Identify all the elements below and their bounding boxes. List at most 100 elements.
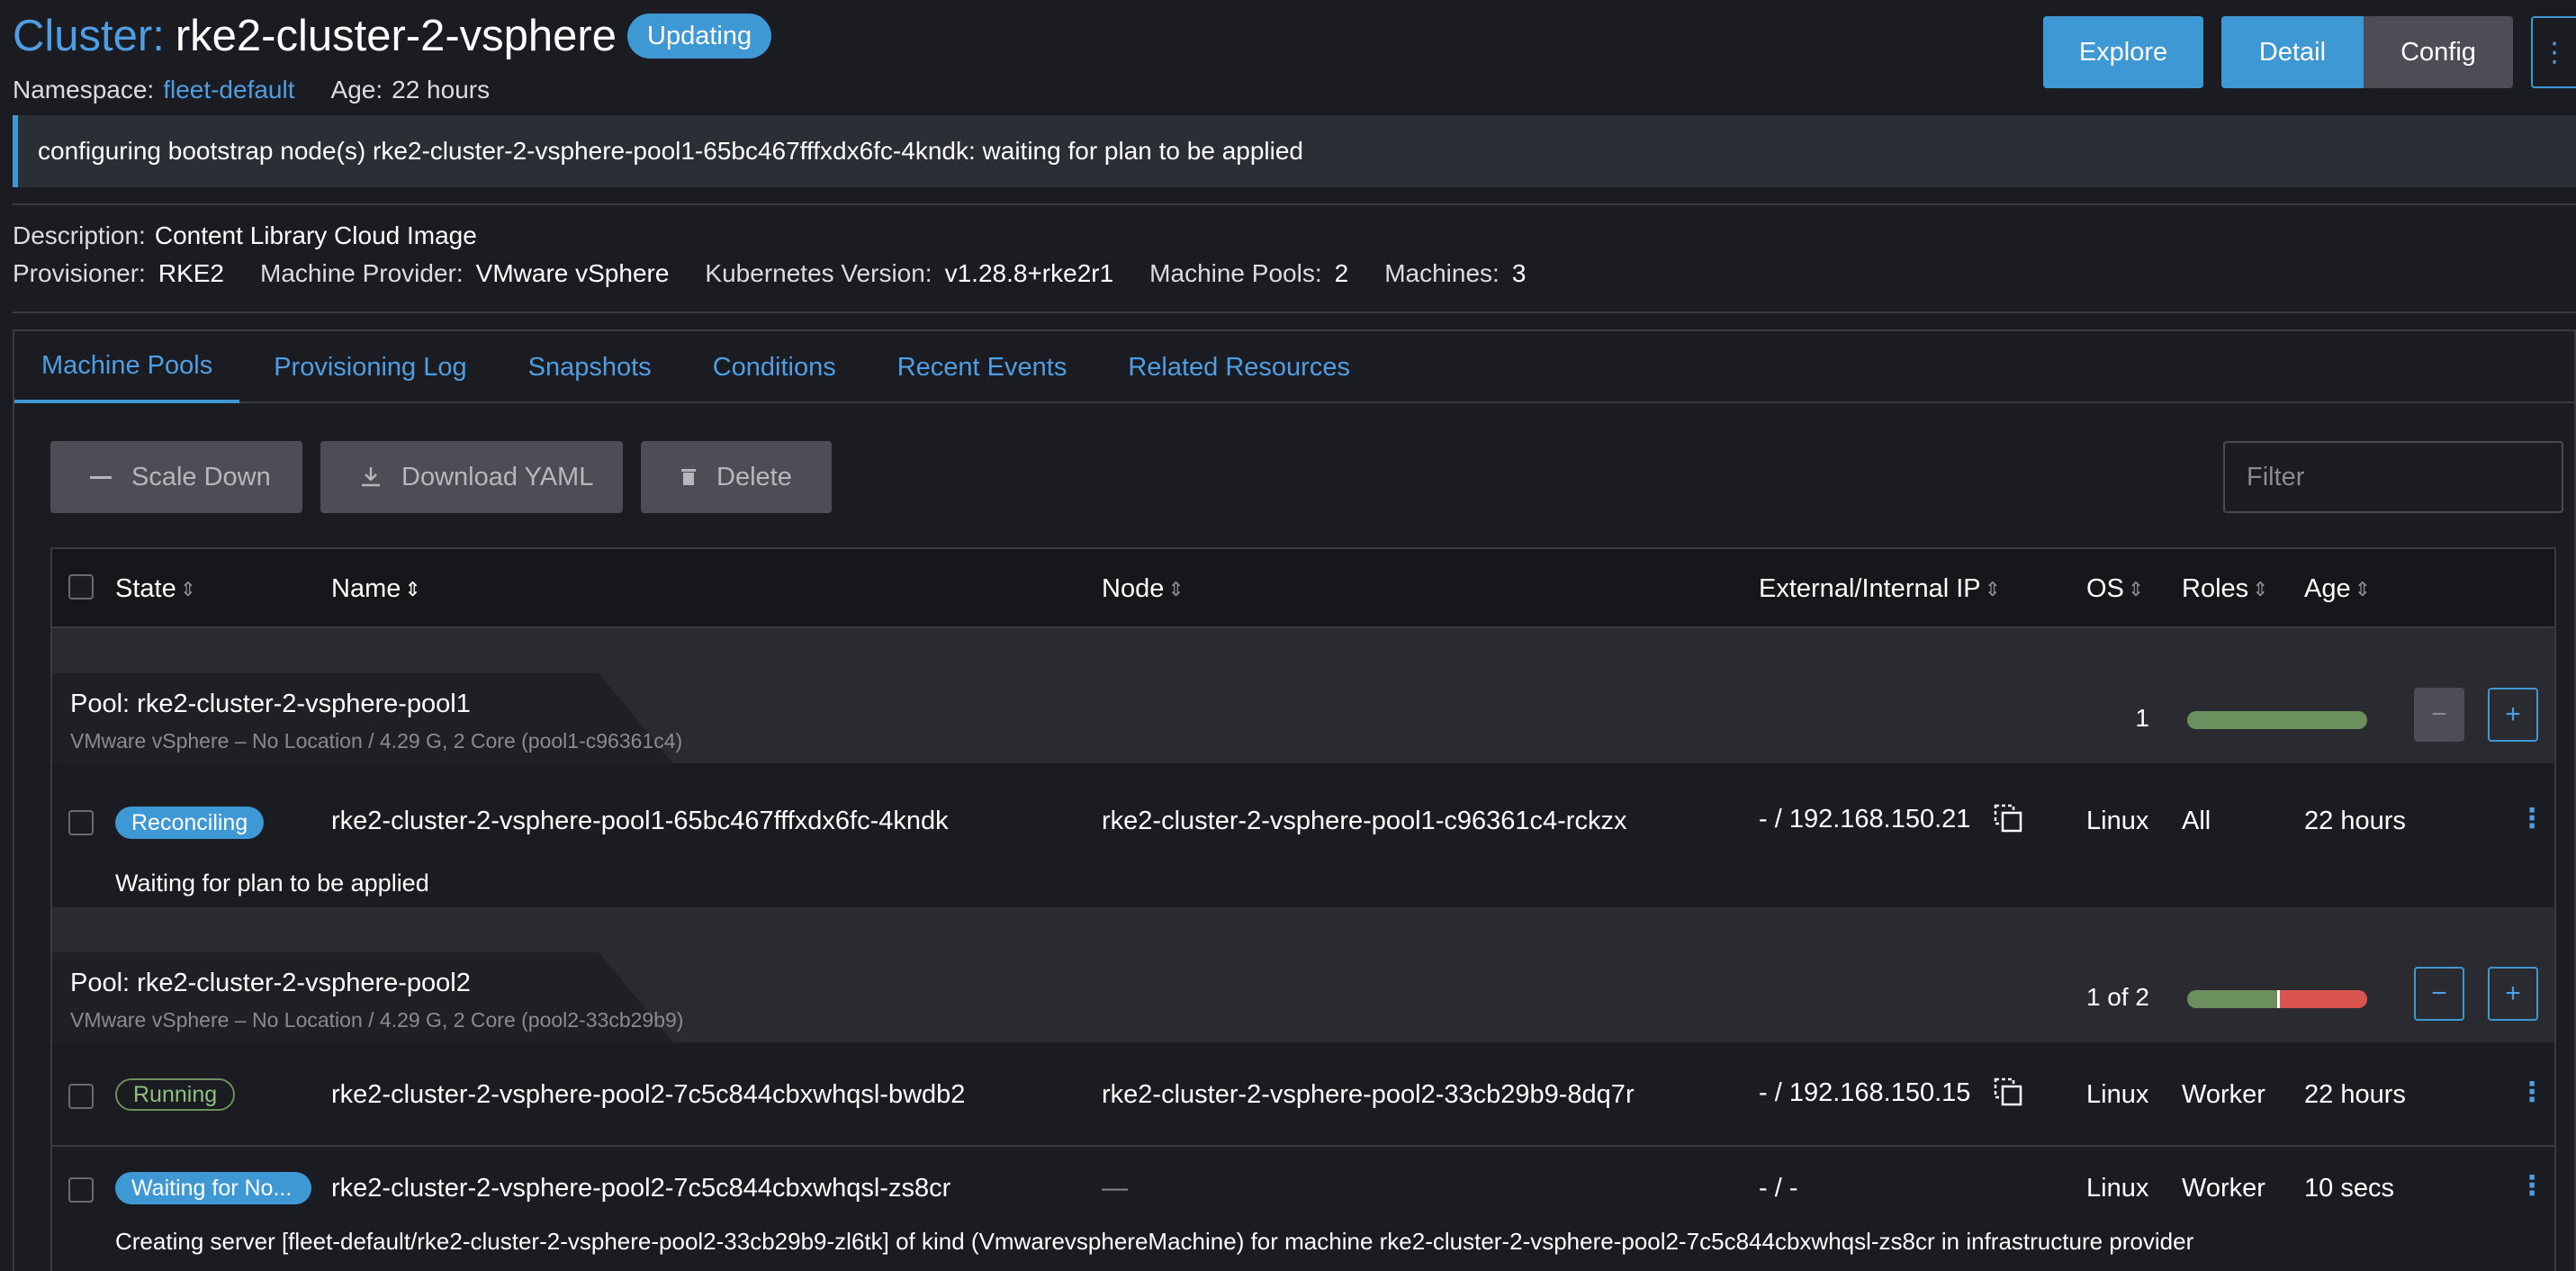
machines-table: State ⇕ Name ⇕ Node ⇕ External/Internal IP ⇕… bbox=[50, 547, 2556, 1271]
k8s-value: v1.28.8+rke2r1 bbox=[944, 259, 1114, 287]
description: Description: Content Library Cloud Image bbox=[13, 221, 477, 250]
column-ip[interactable]: External/Internal IP ⇕ bbox=[1759, 574, 2001, 604]
table-header: State ⇕ Name ⇕ Node ⇕ External/Internal IP ⇕… bbox=[52, 549, 2554, 628]
machine-provider-value: VMware vSphere bbox=[475, 259, 670, 287]
column-age[interactable]: Age ⇕ bbox=[2304, 574, 2371, 604]
machine-name-link[interactable]: rke2-cluster-2-vsphere-pool1-65bc467fffx… bbox=[331, 807, 949, 836]
column-name[interactable]: Name ⇕ bbox=[331, 574, 421, 604]
column-os-label: OS bbox=[2086, 574, 2124, 603]
row-checkbox[interactable] bbox=[68, 810, 94, 835]
more-actions-icon[interactable]: ⋮ bbox=[2531, 16, 2576, 88]
column-state[interactable]: State ⇕ bbox=[115, 574, 196, 604]
roles-value: Worker bbox=[2182, 1080, 2265, 1109]
table-row: Running rke2-cluster-2-vsphere-pool2-7c5… bbox=[52, 1042, 2554, 1145]
status-badge: Updating bbox=[627, 14, 772, 59]
ip-address: - / - bbox=[1759, 1174, 1798, 1203]
delete-button[interactable]: Delete bbox=[641, 441, 832, 513]
bulk-actions: Scale Down Download YAML Delete bbox=[50, 441, 832, 513]
pool-progress-bar bbox=[2187, 711, 2367, 729]
age-value: 10 secs bbox=[2304, 1174, 2394, 1203]
scale-down-pool-button[interactable]: − bbox=[2414, 688, 2464, 742]
pool-name: Pool: rke2-cluster-2-vsphere-pool1 bbox=[70, 690, 471, 718]
scale-down-label: Scale Down bbox=[131, 462, 271, 491]
sort-icon: ⇕ bbox=[179, 577, 197, 600]
scale-up-pool-button[interactable]: + bbox=[2488, 688, 2538, 742]
page-title: rke2-cluster-2-vsphere bbox=[175, 12, 617, 60]
age-value: 22 hours bbox=[392, 76, 491, 104]
row-actions-icon[interactable]: ⋮ bbox=[2518, 803, 2545, 834]
machine-provider-label: Machine Provider: bbox=[260, 259, 464, 287]
tab-recent-events[interactable]: Recent Events bbox=[870, 331, 1094, 403]
pool-count: 1 bbox=[2135, 704, 2149, 732]
column-node[interactable]: Node ⇕ bbox=[1102, 574, 1184, 604]
pool-info: VMware vSphere – No Location / 4.29 G, 2… bbox=[70, 729, 683, 753]
page-header: Cluster: rke2-cluster-2-vsphere Updating… bbox=[13, 7, 2576, 115]
tab-conditions[interactable]: Conditions bbox=[686, 331, 863, 403]
row-checkbox[interactable] bbox=[68, 1084, 94, 1109]
row-message: Creating server [fleet-default/rke2-clus… bbox=[115, 1228, 2194, 1255]
scale-down-button[interactable]: Scale Down bbox=[50, 441, 302, 513]
pools-value: 2 bbox=[1334, 259, 1349, 287]
tab-bar: Machine Pools Provisioning Log Snapshots… bbox=[14, 331, 2574, 403]
row-actions-icon[interactable]: ⋮ bbox=[2518, 1077, 2545, 1108]
description-value: Content Library Cloud Image bbox=[154, 221, 477, 249]
row-actions-icon[interactable]: ⋮ bbox=[2518, 1170, 2545, 1202]
node-link[interactable]: rke2-cluster-2-vsphere-pool1-c96361c4-rc… bbox=[1102, 807, 1626, 836]
column-node-label: Node bbox=[1102, 574, 1165, 603]
os-value: Linux bbox=[2086, 1174, 2149, 1203]
pool-progress-bar bbox=[2187, 990, 2367, 1008]
machines-label: Machines: bbox=[1384, 259, 1500, 287]
copy-icon[interactable] bbox=[1993, 803, 2023, 834]
table-row: Waiting for No... rke2-cluster-2-vsphere… bbox=[52, 1147, 2554, 1264]
download-icon bbox=[362, 467, 380, 487]
tab-provisioning-log[interactable]: Provisioning Log bbox=[247, 331, 493, 403]
sort-icon: ⇕ bbox=[2354, 577, 2372, 600]
column-state-label: State bbox=[115, 574, 176, 603]
k8s-label: Kubernetes Version: bbox=[705, 259, 932, 287]
machines-value: 3 bbox=[1511, 259, 1527, 287]
tab-machine-pools[interactable]: Machine Pools bbox=[14, 331, 240, 403]
sort-icon: ⇕ bbox=[2127, 577, 2145, 600]
namespace-link[interactable]: fleet-default bbox=[163, 76, 294, 104]
row-message: Waiting for plan to be applied bbox=[115, 870, 429, 897]
pool-info: VMware vSphere – No Location / 4.29 G, 2… bbox=[70, 1008, 684, 1032]
age-label: Age: bbox=[330, 76, 383, 104]
minus-icon bbox=[90, 475, 112, 479]
divider bbox=[13, 311, 2576, 313]
state-badge: Waiting for No... bbox=[115, 1172, 311, 1204]
age-value: 22 hours bbox=[2304, 807, 2406, 835]
column-roles[interactable]: Roles ⇕ bbox=[2182, 574, 2269, 604]
roles-value: All bbox=[2182, 807, 2211, 835]
pool-name: Pool: rke2-cluster-2-vsphere-pool2 bbox=[70, 969, 471, 997]
node-link[interactable]: rke2-cluster-2-vsphere-pool2-33cb29b9-8d… bbox=[1102, 1080, 1635, 1110]
trash-icon bbox=[681, 469, 696, 485]
state-badge: Reconciling bbox=[115, 807, 265, 839]
provisioner-label: Provisioner: bbox=[13, 259, 146, 287]
machine-provider: Machine Provider: VMware vSphere bbox=[260, 259, 669, 288]
copy-icon[interactable] bbox=[1993, 1077, 2023, 1107]
detail-button[interactable]: Detail bbox=[2221, 16, 2364, 88]
state-badge: Running bbox=[115, 1078, 236, 1111]
provisioner: Provisioner: RKE2 bbox=[13, 259, 224, 288]
column-os[interactable]: OS ⇕ bbox=[2086, 574, 2144, 604]
download-yaml-button[interactable]: Download YAML bbox=[320, 441, 623, 513]
pool-spacer bbox=[52, 628, 2554, 673]
explore-button[interactable]: Explore bbox=[2043, 16, 2203, 88]
machines: Machines: 3 bbox=[1384, 259, 1526, 288]
tab-snapshots[interactable]: Snapshots bbox=[501, 331, 679, 403]
scale-up-pool-button[interactable]: + bbox=[2488, 967, 2538, 1021]
row-checkbox[interactable] bbox=[68, 1177, 94, 1203]
machine-name-link[interactable]: rke2-cluster-2-vsphere-pool2-7c5c844cbxw… bbox=[331, 1080, 965, 1110]
sort-icon: ⇕ bbox=[404, 577, 421, 600]
age-value: 22 hours bbox=[2304, 1080, 2406, 1109]
config-button[interactable]: Config bbox=[2364, 16, 2513, 88]
roles-value: Worker bbox=[2182, 1174, 2265, 1203]
scale-down-pool-button[interactable]: − bbox=[2414, 967, 2464, 1021]
filter-input[interactable]: Filter bbox=[2223, 441, 2563, 513]
column-age-label: Age bbox=[2304, 574, 2351, 603]
tab-related-resources[interactable]: Related Resources bbox=[1101, 331, 1377, 403]
machine-name-link[interactable]: rke2-cluster-2-vsphere-pool2-7c5c844cbxw… bbox=[331, 1174, 950, 1203]
sort-icon: ⇕ bbox=[1167, 577, 1184, 600]
column-roles-label: Roles bbox=[2182, 574, 2249, 603]
select-all-checkbox[interactable] bbox=[68, 574, 94, 599]
